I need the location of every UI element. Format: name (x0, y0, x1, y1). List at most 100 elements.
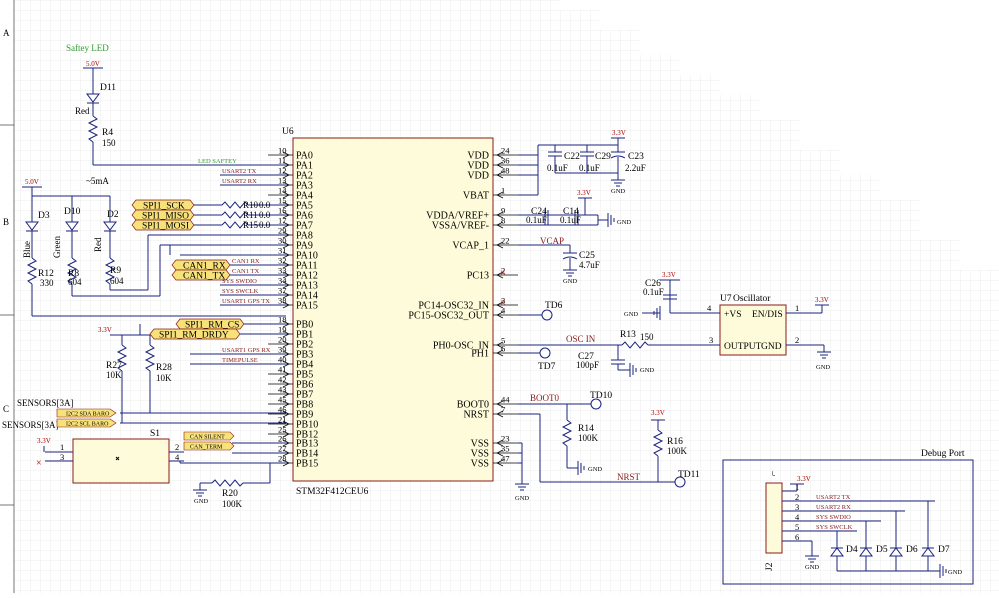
u6-pin-num: 8 (501, 216, 505, 226)
d7-ref: D7 (938, 545, 950, 555)
u6-pin-num: 6 (501, 344, 505, 354)
u6-pin-num: 40 (278, 355, 287, 365)
u7-pin-vs: +VS (724, 310, 742, 320)
r20-value: 100K (222, 499, 243, 509)
net-i2c2-sda: I2C2 SDA BARO (66, 412, 110, 418)
c23-ref: C23 (628, 152, 644, 162)
u7-value: Oscillator (733, 294, 771, 304)
net-usart1-gps-rx: USART1 GPS RX (222, 347, 271, 354)
j2-pin-2: 2 (795, 492, 799, 502)
net-boot0: BOOT0 (530, 393, 559, 403)
debug-port-title: Debug Port (921, 449, 965, 459)
u7-pin-en: EN/DIS (752, 310, 783, 320)
schematic-canvas: A B C U6 STM32F412CEU6 10 PA0 11 PA1 12 PA2 13… (0, 0, 999, 593)
pullup-supply: 3.3V (98, 326, 112, 334)
u6-pin-num: 36 (501, 156, 510, 166)
u6-pin-num: 26 (278, 434, 287, 444)
r9-ref: R9 (110, 266, 121, 276)
d11-value: Red (75, 106, 90, 116)
u6-pin-num: 28 (278, 454, 287, 464)
s1-pin-1: 1 (60, 442, 64, 452)
s1-pin-2: 2 (175, 442, 179, 452)
border-row-a: A (3, 28, 10, 38)
pc14-nc-icon: × (500, 298, 506, 309)
u6-pin-num: 27 (278, 444, 287, 454)
r14-gnd: GND (588, 466, 602, 473)
pc13-nc-icon: × (500, 268, 506, 279)
c14-value: 0.1uF (560, 215, 581, 225)
s1-nc-icon: × (36, 458, 42, 469)
u6-ref: U6 (282, 127, 294, 137)
u6-pin-num: 32 (278, 256, 287, 266)
r13-ref: R13 (620, 330, 636, 340)
c26-gnd: GND (624, 311, 638, 318)
c23-value: 2.2uF (625, 163, 646, 173)
vcap-gnd: GND (563, 278, 577, 285)
u6-pin-label: NRST (463, 410, 489, 421)
border-row-c: C (3, 404, 9, 414)
r4-value: 150 (102, 138, 116, 148)
u6-pin-num: 34 (278, 276, 287, 286)
net-can1-rx: CAN1 RX (232, 258, 260, 265)
u6-pin-label: VSS (471, 459, 489, 470)
u6-pin-label: PA15 (296, 301, 318, 312)
u6-pin-num: 9 (501, 206, 505, 216)
c29-ref: C29 (595, 152, 611, 162)
u6-pin-num: 10 (278, 146, 287, 156)
r14-value: 100K (578, 433, 599, 443)
r10-value: 0.0 (259, 200, 271, 210)
u6-pin-num: 41 (278, 365, 287, 375)
u6-mcu: U6 STM32F412CEU6 10 PA011 PA112 PA213 PA314 P… (268, 127, 518, 497)
net-can-term: CAN_TERM (190, 445, 223, 451)
u6-pin-num: 17 (278, 216, 287, 226)
td10-ref: TD10 (590, 391, 612, 401)
net-sys-swdio: SYS SWDIO (222, 278, 257, 285)
net-can-silent: CAN SILENT (190, 435, 225, 441)
debug-net-usart2-tx: USART2 TX (816, 494, 851, 501)
u6-pin-num: 1 (501, 186, 505, 196)
j2-ref: J2 (765, 562, 775, 571)
r13-value: 150 (640, 332, 654, 342)
u6-pin-num: 19 (278, 325, 287, 335)
d2-value: Red (93, 237, 103, 252)
u6-pin-num: 38 (278, 296, 287, 306)
u6-pin-num: 39 (278, 345, 287, 355)
d3-ref: D3 (38, 211, 50, 221)
u6-pin-num: 33 (278, 266, 287, 276)
sensors-port-2: SENSORS[3A] (2, 420, 59, 430)
u6-pin-num: 7 (501, 405, 505, 415)
vdd-supply: 3.3V (612, 129, 626, 137)
j2-pin-1: 1 (795, 482, 799, 492)
flag-spi1-rm-drdy: SPI1_RM_DRDY (159, 331, 229, 341)
r16-supply: 3.3V (651, 409, 665, 417)
led-current: ~5mA (86, 176, 109, 186)
u7-supply: 3.3V (662, 271, 676, 279)
td11-ref: TD11 (678, 470, 700, 480)
u6-pin-num: 30 (278, 236, 287, 246)
vdda-supply: 3.3V (577, 189, 591, 197)
j2-pin-3: 3 (795, 502, 799, 512)
u6-pin-label: VBAT (463, 191, 489, 202)
debug-net-usart2-rx: USART2 RX (816, 504, 851, 511)
j2-top-ref: ⌐ (769, 471, 779, 476)
u6-pin-num: 14 (278, 186, 287, 196)
u6-pin-num: 44 (501, 395, 510, 405)
r16-value: 100K (667, 446, 688, 456)
u6-pin-num: 37 (278, 286, 287, 296)
debug-net-sys-swdio: SYS SWDIO (816, 514, 851, 521)
r15-ref: R15 (243, 220, 259, 230)
j2-pin-5: 5 (795, 522, 799, 532)
safety-led-label: Saftey LED (66, 43, 109, 53)
c27-value: 100pF (576, 360, 599, 370)
border-row-b: B (3, 217, 9, 227)
r27-value: 10K (106, 370, 122, 380)
net-usart2-tx: USART2 TX (222, 168, 257, 175)
net-can1-tx: CAN1 TX (232, 268, 259, 275)
net-usart2-rx: USART2 RX (222, 178, 257, 185)
c24-value: 0.1uF (526, 215, 547, 225)
u6-pin-label: VCAP_1 (452, 241, 489, 252)
led-supply: 5.0V (25, 178, 39, 186)
s1-ref: S1 (150, 429, 160, 439)
sheet-border: A B C (0, 0, 15, 593)
r4-ref: R4 (102, 128, 113, 138)
